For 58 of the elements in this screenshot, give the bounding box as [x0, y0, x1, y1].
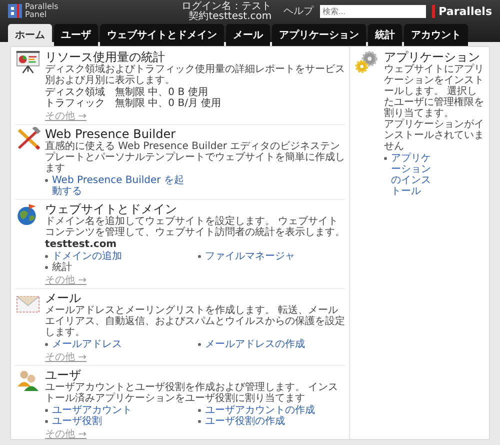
section-title: ユーザ	[45, 368, 82, 382]
nav-tab[interactable]: アプリケーション	[272, 24, 366, 46]
bullet-icon	[45, 179, 48, 182]
bullet-icon	[198, 255, 201, 258]
bullet-icon	[45, 255, 48, 258]
section-description: 直感的に使える Web Presence Builder エディタのビジネステンプレートとパーソナルテンプレートでウェブサイトを簡単に作成します	[45, 141, 345, 174]
logo-text: Parallels	[25, 3, 58, 11]
logo-icon	[8, 4, 22, 18]
section-link[interactable]: アプリケーションのインストール	[391, 153, 432, 197]
section-title: ウェブサイトとドメイン	[45, 202, 178, 216]
pencil-hammer-icon	[15, 127, 41, 151]
nav-tab[interactable]: 統計	[368, 24, 402, 46]
bullet-icon	[198, 420, 201, 423]
domain-name: testtest.com	[45, 239, 118, 250]
stat-value: 無制限 中、0 B 使用	[115, 87, 209, 98]
section-item: 統計	[52, 262, 72, 273]
section-description: ユーザアカウントとユーザ役割を作成および管理します。 インストール済みアプリケーションをユーザ役割に割り当てます	[45, 382, 340, 404]
bullet-icon	[198, 409, 201, 412]
section-link[interactable]: ドメインの追加	[52, 251, 122, 262]
section-link[interactable]: メールアドレス	[52, 339, 122, 350]
section-title: アプリケーション	[384, 50, 480, 64]
nav-tab[interactable]: ユーザ	[54, 24, 98, 46]
search-field[interactable]: 検索...	[320, 4, 426, 18]
bullet-icon	[45, 409, 48, 412]
bullet-icon	[45, 343, 48, 346]
gears-icon	[354, 50, 380, 74]
section-link[interactable]: Web Presence Builder を起動する	[52, 175, 192, 197]
section-link[interactable]: メールアドレスの作成	[205, 339, 305, 350]
presentation-board-icon	[15, 50, 41, 74]
bullet-icon	[198, 343, 201, 346]
nav-tab[interactable]: メール	[226, 24, 270, 46]
bullet-icon	[45, 266, 48, 269]
section-link[interactable]: ユーザ役割の作成	[205, 416, 285, 427]
nav-tab[interactable]: アカウント	[404, 24, 468, 46]
section-title: メール	[45, 291, 82, 305]
stat-label: ディスク領域	[45, 87, 106, 98]
stat-label: トラフィック	[45, 98, 106, 109]
help-menu[interactable]: ヘルプ	[284, 4, 314, 18]
section-title: リソース使用量の統計	[45, 50, 166, 64]
nav-tab[interactable]: ウェブサイトとドメイン	[100, 24, 224, 46]
bullet-icon	[45, 420, 48, 423]
status-note: アプリケーションがインストールされていません	[384, 119, 485, 152]
users-icon	[15, 368, 41, 392]
section-description: ドメイン名を追加してウェブサイトを設定します。 ウェブサイトコンテンツを管理して、ウェブサイト訪問者の統計を表示します。	[45, 216, 345, 238]
section-link[interactable]: ファイルマネージャ	[205, 251, 295, 262]
section-link[interactable]: ユーザアカウント	[52, 405, 132, 416]
stat-value: 無制限 中、0 B/月 使用	[115, 98, 222, 109]
section-link[interactable]: ユーザアカウントの作成	[205, 405, 315, 416]
brand-logo: Parallels	[432, 4, 492, 18]
section-title: Web Presence Builder	[45, 127, 177, 141]
section-description: ディスク領域およびトラフィック使用量の詳細レポートをサービス別および月別に表示します。	[45, 64, 345, 86]
bullet-icon	[384, 157, 387, 160]
login-name[interactable]: ログイン名：テスト	[64, 2, 272, 12]
subscription-name[interactable]: 契約testtest.com	[64, 12, 272, 22]
section-description: ウェブサイトにアプリケーションをインストールします。 選択したユーザに管理権限を割り当てます。	[384, 64, 485, 119]
section-link[interactable]: ユーザ役割	[52, 416, 102, 427]
logo-text: Panel	[25, 11, 48, 19]
section-description: メールアドレスとメーリングリストを作成します。 転送、メールエイリアス、自動返信、およびスパムとウイルスからの保護を設定します。	[45, 305, 345, 338]
